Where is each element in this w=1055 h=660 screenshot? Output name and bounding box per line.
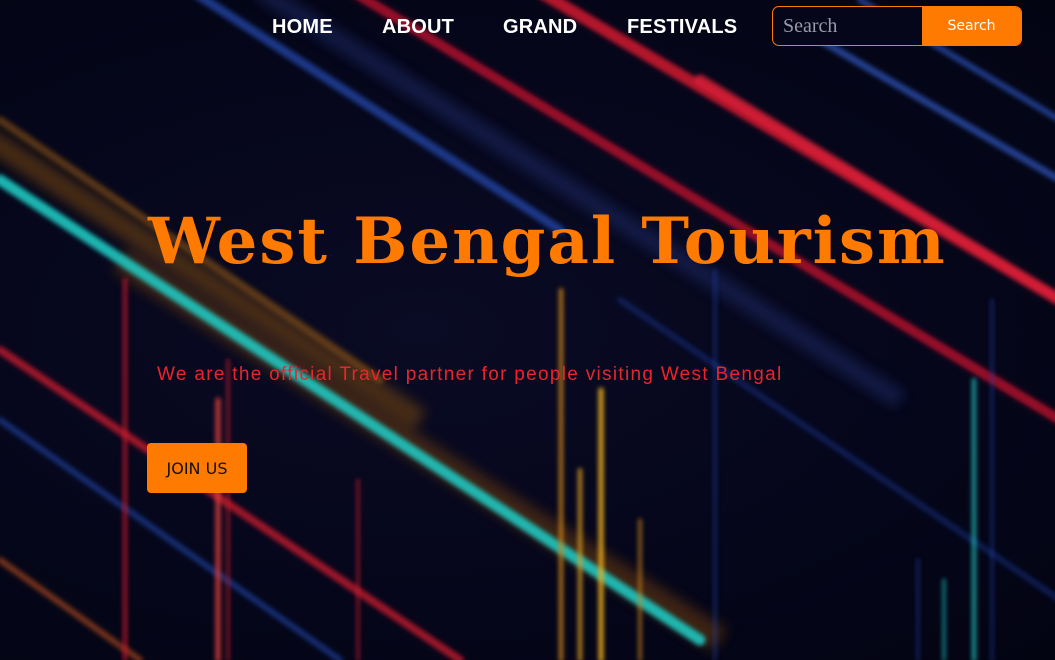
join-us-button[interactable]: JOIN US — [147, 443, 247, 493]
nav-link-about[interactable]: ABOUT — [382, 16, 454, 39]
search-input[interactable] — [773, 7, 922, 45]
search-form: Search — [772, 6, 1022, 46]
nav-link-festivals[interactable]: FESTIVALS — [627, 16, 737, 39]
hero-section: HOME ABOUT GRAND FESTIVALS Search West B… — [0, 0, 1055, 660]
top-navbar: HOME ABOUT GRAND FESTIVALS Search — [0, 0, 1055, 56]
nav-link-grand[interactable]: GRAND — [503, 16, 577, 39]
search-button[interactable]: Search — [922, 7, 1021, 45]
hero-subtitle: We are the official Travel partner for p… — [157, 364, 783, 385]
nav-link-home[interactable]: HOME — [272, 16, 333, 39]
background-light-streaks-image — [0, 0, 1055, 660]
hero-title: West Bengal Tourism — [148, 204, 947, 279]
